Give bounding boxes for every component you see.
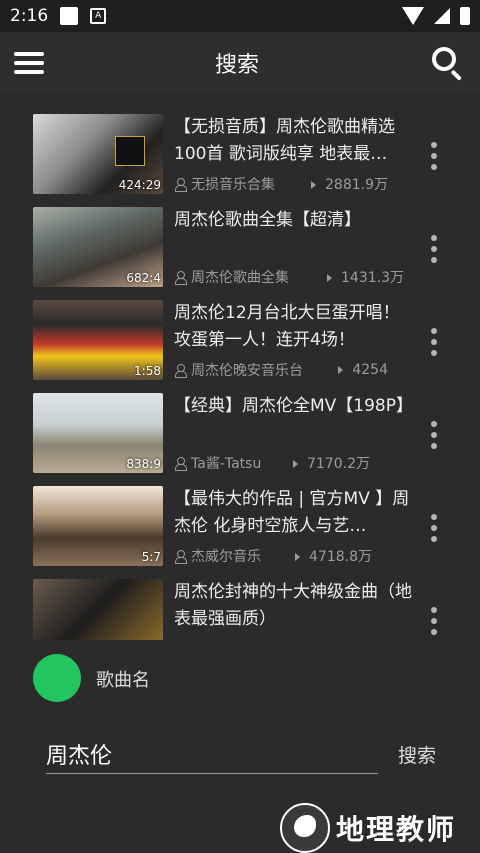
video-channel: Ta酱-Tatsu <box>191 456 262 472</box>
video-meta: 无损音乐合集 2881.9万 <box>174 174 388 194</box>
video-duration: 838:9 <box>126 457 161 471</box>
watermark: 地理教师 <box>280 803 456 853</box>
video-duration: 5:7 <box>141 550 161 564</box>
video-duration: 424:29 <box>118 178 161 192</box>
search-button[interactable]: 搜索 <box>398 741 436 768</box>
person-icon <box>174 550 187 564</box>
page-title: 搜索 <box>214 53 259 78</box>
globe-icon <box>280 803 330 853</box>
person-icon <box>174 364 187 378</box>
video-channel: 无损音乐合集 <box>191 177 275 193</box>
more-vert-icon[interactable] <box>430 607 438 635</box>
video-views: 4254 <box>352 362 388 378</box>
search-input[interactable]: 周杰伦 <box>46 734 378 774</box>
list-item[interactable]: 周杰伦封神的十大神级金曲（地表最强画质） <box>0 575 480 640</box>
list-item[interactable]: 682:4 周杰伦歌曲全集【超清】 周杰伦歌曲全集 1431.3万 <box>0 203 480 296</box>
person-icon <box>174 457 187 471</box>
a-notification-icon: A <box>90 8 107 24</box>
video-channel: 杰威尔音乐 <box>191 549 261 565</box>
video-duration: 1:58 <box>134 364 161 378</box>
video-duration: 682:4 <box>126 271 161 285</box>
menu-icon[interactable] <box>14 52 44 74</box>
video-channel: 周杰伦歌曲全集 <box>191 270 289 286</box>
video-thumbnail[interactable]: 838:9 <box>33 393 163 473</box>
status-icons <box>402 7 470 25</box>
play-count-icon <box>295 553 300 561</box>
song-name[interactable]: 歌曲名 <box>96 666 150 692</box>
status-time: 2:16 <box>10 6 49 26</box>
play-count-icon <box>311 181 316 189</box>
battery-icon <box>460 7 470 25</box>
video-meta: Ta酱-Tatsu 7170.2万 <box>174 453 370 473</box>
watermark-text: 地理教师 <box>336 813 457 846</box>
status-bar: 2:16 A <box>0 0 480 32</box>
signal-icon <box>434 8 450 24</box>
video-thumbnail[interactable] <box>33 579 163 640</box>
person-icon <box>174 178 187 192</box>
video-meta: 周杰伦歌曲全集 1431.3万 <box>174 267 404 287</box>
video-title: 【经典】周杰伦全MV【198P】 <box>174 396 413 416</box>
video-thumbnail[interactable]: 1:58 <box>33 300 163 380</box>
list-item[interactable]: 838:9 【经典】周杰伦全MV【198P】 Ta酱-Tatsu 7170.2万 <box>0 389 480 482</box>
video-thumbnail[interactable]: 682:4 <box>33 207 163 287</box>
video-channel: 周杰伦晚安音乐台 <box>191 363 303 379</box>
search-icon[interactable] <box>430 45 466 81</box>
wifi-icon <box>402 7 424 25</box>
list-item[interactable]: 1:58 周杰伦12月台北大巨蛋开唱！攻蛋第一人！连开4场！ 周杰伦晚安音乐台 … <box>0 296 480 389</box>
list-item[interactable]: 424:29 【无损音质】周杰伦歌曲精选100首 歌词版纯享 地表最… 无损音乐… <box>0 110 480 203</box>
video-thumbnail[interactable]: 424:29 <box>33 114 163 194</box>
person-icon <box>174 271 187 285</box>
avatar[interactable] <box>33 654 81 702</box>
notification-icon <box>60 7 79 25</box>
video-title: 周杰伦12月台北大巨蛋开唱！攻蛋第一人！连开4场！ <box>174 303 400 350</box>
more-vert-icon[interactable] <box>430 514 438 542</box>
video-title: 周杰伦歌曲全集【超清】 <box>174 210 361 230</box>
video-views: 4718.8万 <box>309 549 372 565</box>
video-meta: 杰威尔音乐 4718.8万 <box>174 546 372 566</box>
more-vert-icon[interactable] <box>430 421 438 449</box>
more-vert-icon[interactable] <box>430 235 438 263</box>
more-vert-icon[interactable] <box>430 142 438 170</box>
video-views: 7170.2万 <box>307 456 370 472</box>
play-count-icon <box>338 366 344 374</box>
list-item[interactable]: 5:7 【最伟大的作品 | 官方MV 】周杰伦 化身时空旅人与艺… 杰威尔音乐 … <box>0 482 480 575</box>
video-views: 1431.3万 <box>341 270 404 286</box>
video-title: 【最伟大的作品 | 官方MV 】周杰伦 化身时空旅人与艺… <box>174 489 410 536</box>
video-title: 周杰伦封神的十大神级金曲（地表最强画质） <box>174 582 412 629</box>
video-thumbnail[interactable]: 5:7 <box>33 486 163 566</box>
more-vert-icon[interactable] <box>430 328 438 356</box>
play-count-icon <box>327 274 332 282</box>
video-views: 2881.9万 <box>325 177 388 193</box>
play-count-icon <box>293 460 298 468</box>
app-bar: 搜索 <box>0 32 480 94</box>
result-list: 424:29 【无损音质】周杰伦歌曲精选100首 歌词版纯享 地表最… 无损音乐… <box>0 110 480 640</box>
video-meta: 周杰伦晚安音乐台 4254 <box>174 360 388 380</box>
video-title: 【无损音质】周杰伦歌曲精选100首 歌词版纯享 地表最… <box>174 117 395 164</box>
